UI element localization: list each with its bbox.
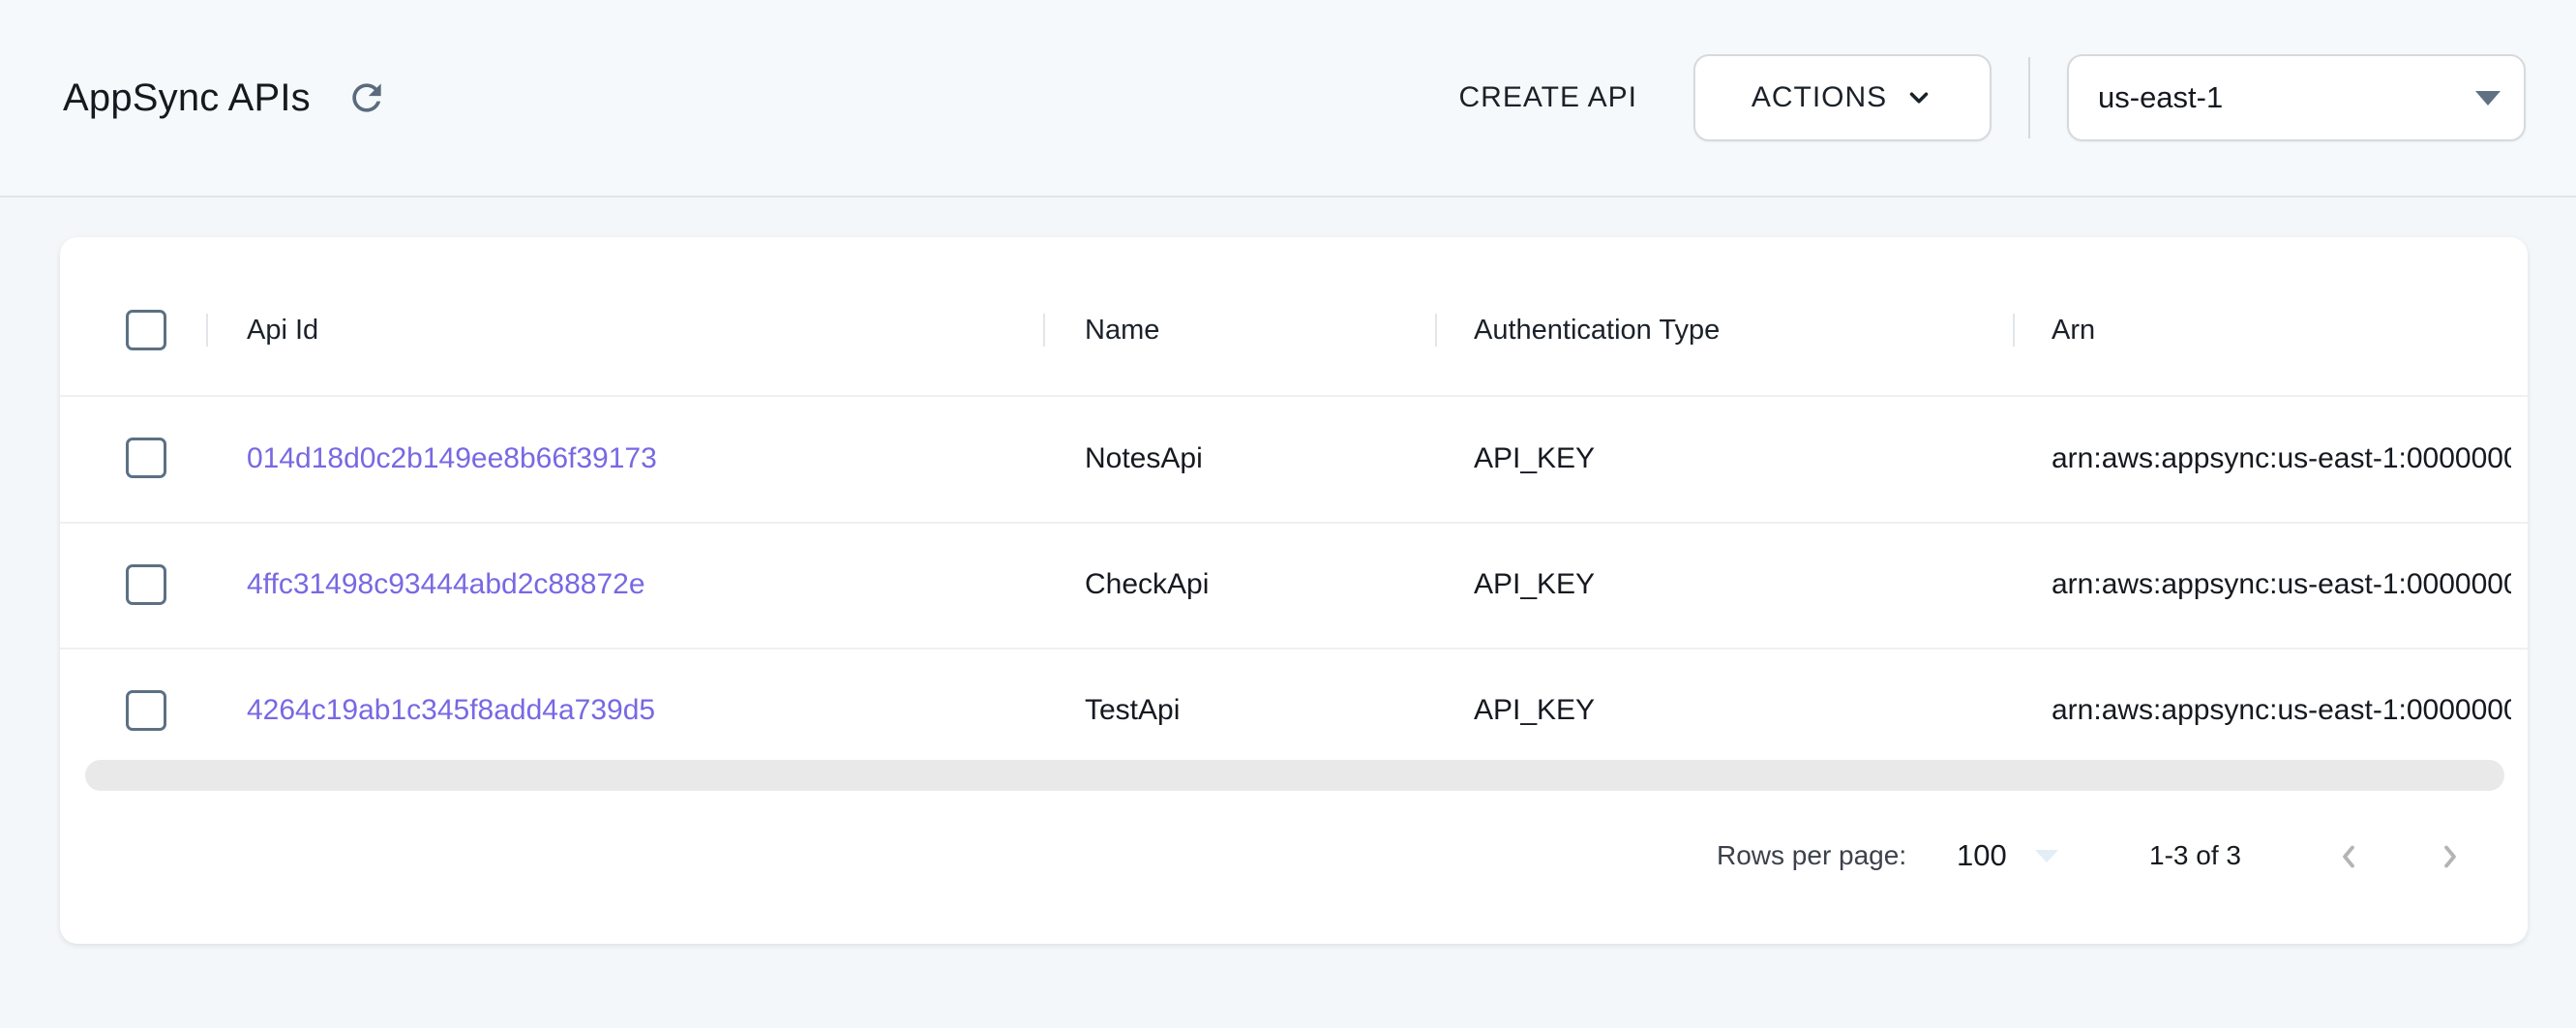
arn-cell: arn:aws:appsync:us-east-1:000000000 <box>2052 522 2511 648</box>
select-all-checkbox[interactable] <box>126 310 166 350</box>
auth-type-cell: API_KEY <box>1474 522 1595 648</box>
rows-per-page-label: Rows per page: <box>1717 834 1906 877</box>
topbar: AppSync APIs CREATE API ACTIONS us-east-… <box>0 0 2576 197</box>
pagination-range: 1-3 of 3 <box>2149 834 2241 877</box>
arn-cell: arn:aws:appsync:us-east-1:000000000 <box>2052 648 2511 773</box>
actions-button-label: ACTIONS <box>1752 81 1887 114</box>
topbar-divider <box>2028 57 2030 138</box>
chevron-down-icon <box>1904 83 1933 112</box>
arn-cell: arn:aws:appsync:us-east-1:000000000 <box>2052 395 2511 522</box>
chevron-right-icon <box>2432 838 2469 875</box>
refresh-icon <box>345 76 388 119</box>
column-separator <box>1435 314 1437 347</box>
auth-type-cell: API_KEY <box>1474 395 1595 522</box>
column-header-api-id[interactable]: Api Id <box>247 310 318 350</box>
refresh-button[interactable] <box>344 75 390 121</box>
actions-button[interactable]: ACTIONS <box>1693 54 1992 141</box>
column-header-name[interactable]: Name <box>1085 310 1159 350</box>
name-cell: TestApi <box>1085 648 1180 773</box>
name-cell: NotesApi <box>1085 395 1203 522</box>
next-page-button[interactable] <box>2429 835 2471 878</box>
row-checkbox[interactable] <box>126 564 166 605</box>
column-separator <box>2013 314 2015 347</box>
caret-down-icon[interactable] <box>2035 850 2058 862</box>
row-checkbox[interactable] <box>126 690 166 731</box>
caret-down-icon <box>2475 91 2501 106</box>
region-select-value: us-east-1 <box>2098 80 2223 115</box>
auth-type-cell: API_KEY <box>1474 648 1595 773</box>
column-header-arn[interactable]: Arn <box>2052 310 2095 350</box>
create-api-button[interactable]: CREATE API <box>1452 81 1646 114</box>
column-header-authentication-type[interactable]: Authentication Type <box>1474 310 1720 350</box>
api-id-link[interactable]: 4ffc31498c93444abd2c88872e <box>247 522 645 648</box>
name-cell: CheckApi <box>1085 522 1209 648</box>
column-separator <box>1043 314 1045 347</box>
page-title: AppSync APIs <box>63 76 311 120</box>
chevron-left-icon <box>2330 838 2367 875</box>
api-table-card: Api Id Name Authentication Type Arn 014d… <box>60 237 2528 944</box>
row-checkbox[interactable] <box>126 438 166 478</box>
column-separator <box>206 314 208 347</box>
region-select[interactable]: us-east-1 <box>2067 54 2526 141</box>
previous-page-button[interactable] <box>2327 835 2370 878</box>
api-id-link[interactable]: 4264c19ab1c345f8add4a739d5 <box>247 648 655 773</box>
api-id-link[interactable]: 014d18d0c2b149ee8b66f39173 <box>247 395 657 522</box>
horizontal-scrollbar[interactable] <box>85 760 2504 791</box>
rows-per-page-select[interactable]: 100 <box>1957 834 2007 877</box>
